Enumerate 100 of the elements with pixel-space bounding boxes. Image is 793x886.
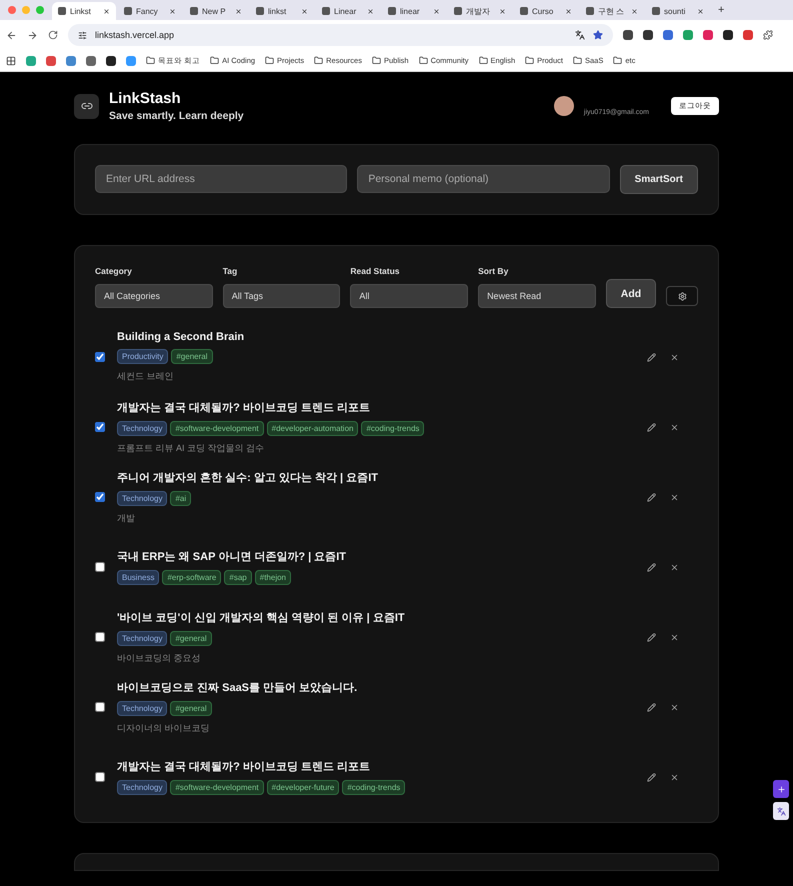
browser-tab[interactable]: 개발자 <box>448 2 512 20</box>
app-title: LinkStash <box>109 90 182 107</box>
close-icon[interactable] <box>235 8 242 14</box>
folder-icon <box>478 56 488 65</box>
hashtag: #general <box>170 630 212 646</box>
close-icon <box>670 632 679 642</box>
category-tag: Technology <box>117 700 168 716</box>
filter-label: Category <box>95 266 133 276</box>
category-tag: Technology <box>117 780 168 795</box>
browser-tab[interactable]: linkst <box>250 2 314 20</box>
hashtag: #sap <box>224 570 252 585</box>
read-checkbox[interactable] <box>95 772 105 782</box>
plus-icon <box>776 784 786 794</box>
filter-select[interactable]: Newest Read <box>478 284 596 308</box>
favicon-icon <box>454 7 462 15</box>
close-icon[interactable] <box>433 8 440 14</box>
read-checkbox[interactable] <box>95 422 105 432</box>
reload-icon[interactable] <box>48 30 58 40</box>
browser-tab[interactable]: 구현 스 <box>580 2 644 20</box>
extensions-icon[interactable] <box>763 30 773 40</box>
close-icon[interactable] <box>103 8 110 14</box>
category-tag: Technology <box>117 630 168 646</box>
folder-icon <box>418 56 428 65</box>
filter-label: Read Status <box>350 266 400 276</box>
browser-tab[interactable]: Fancy <box>118 2 182 20</box>
smartsort-button[interactable]: SmartSort <box>620 165 698 194</box>
favicon-icon <box>652 7 660 15</box>
filter-select[interactable]: All Categories <box>95 284 213 308</box>
close-icon <box>670 492 679 502</box>
pencil-icon <box>647 632 656 642</box>
favicon-icon <box>256 7 264 15</box>
link-title: 개발자는 결국 대체될까? 바이브코딩 트렌드 리포트 <box>117 400 371 414</box>
bookmark-star-icon[interactable] <box>593 30 603 40</box>
browser-tab[interactable]: linear <box>382 2 446 20</box>
hashtag: #ai <box>170 490 192 506</box>
memo-input[interactable]: Personal memo (optional) <box>357 165 610 193</box>
folder-icon <box>372 56 381 65</box>
folder-icon <box>573 56 582 65</box>
browser-tab[interactable]: New P <box>184 2 248 20</box>
read-checkbox[interactable] <box>95 562 105 572</box>
hashtag: #general <box>170 700 212 716</box>
avatar <box>554 96 574 116</box>
favicon-icon <box>58 7 66 15</box>
filter-label: Tag <box>222 266 238 276</box>
add-button[interactable]: Add <box>606 279 656 308</box>
favicon-icon <box>190 7 198 15</box>
settings-button[interactable] <box>666 286 698 306</box>
browser-tab[interactable]: Curso <box>514 2 578 20</box>
close-icon <box>670 772 679 782</box>
close-icon[interactable] <box>631 8 638 14</box>
pencil-icon <box>647 352 656 362</box>
translate-button[interactable] <box>773 802 789 820</box>
pencil-icon <box>647 422 656 432</box>
link-memo: 바이브코딩의 중요성 <box>117 652 202 664</box>
read-checkbox[interactable] <box>95 632 105 642</box>
close-icon[interactable] <box>301 8 308 14</box>
folder-icon <box>314 56 324 65</box>
close-icon[interactable] <box>499 8 506 14</box>
category-tag: Technology <box>117 420 168 436</box>
folder-icon <box>613 56 622 65</box>
filter-select[interactable]: All <box>350 284 468 308</box>
folder-icon <box>146 56 155 65</box>
pencil-icon <box>647 492 656 502</box>
hashtag: #developer-future <box>266 780 340 795</box>
read-checkbox[interactable] <box>95 352 105 362</box>
category-tag: Technology <box>117 490 168 506</box>
close-icon[interactable] <box>169 8 176 14</box>
close-icon[interactable] <box>565 8 572 14</box>
address-bar[interactable]: linkstash.vercel.app <box>68 24 613 46</box>
link-memo: 세컨드 브레인 <box>117 370 175 383</box>
favicon-icon <box>322 7 330 15</box>
settings-icon <box>678 292 687 300</box>
filter-label: Sort By <box>478 266 510 276</box>
link-memo: 개발 <box>117 512 136 524</box>
chat-button[interactable] <box>773 780 789 798</box>
close-icon[interactable] <box>367 8 374 14</box>
back-icon[interactable] <box>6 30 17 40</box>
link-memo: 프롬프트 리뷰 AI 코딩 작업물의 검수 <box>117 442 266 454</box>
forward-icon[interactable] <box>27 30 38 40</box>
link-title: 바이브코딩으로 진짜 SaaS를 만들어 보았습니다. <box>117 680 358 694</box>
link-title: 개발자는 결국 대체될까? 바이브코딩 트렌드 리포트 <box>117 760 371 774</box>
url-input[interactable]: Enter URL address <box>95 165 348 193</box>
browser-tab[interactable]: sounti <box>646 2 710 20</box>
browser-tab[interactable]: Linear <box>316 2 380 20</box>
folder-icon <box>210 56 220 65</box>
read-checkbox[interactable] <box>95 492 105 502</box>
pencil-icon <box>647 772 656 782</box>
new-tab-button[interactable]: + <box>712 4 730 16</box>
hashtag: #erp-software <box>162 570 222 585</box>
read-checkbox[interactable] <box>95 702 105 712</box>
translate-icon <box>776 806 786 816</box>
close-icon[interactable] <box>697 8 704 14</box>
translate-icon[interactable] <box>575 30 585 40</box>
link-title: 국내 ERP는 왜 SAP 아니면 더존일까? | 요즘IT <box>117 550 348 564</box>
browser-tab[interactable]: Linkst <box>52 2 116 20</box>
apps-icon[interactable] <box>6 56 16 66</box>
hashtag: #software-development <box>170 420 264 436</box>
site-settings-icon[interactable] <box>78 30 87 40</box>
filter-select[interactable]: All Tags <box>222 284 340 308</box>
hashtag: #general <box>171 349 212 364</box>
